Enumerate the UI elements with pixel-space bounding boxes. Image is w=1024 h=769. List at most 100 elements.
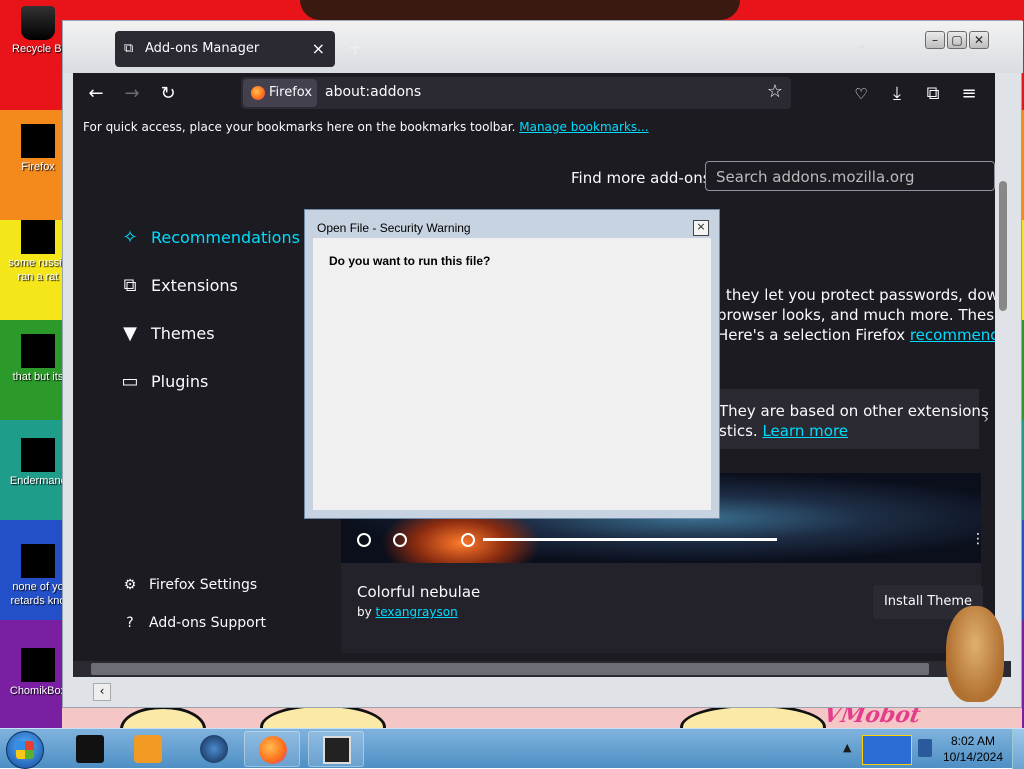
notice-line: stics.: [719, 422, 763, 440]
scrollbar-thumb[interactable]: [999, 181, 1007, 311]
description-line: l they let you protect passwords, downl: [717, 286, 995, 304]
category-label: Themes: [151, 324, 215, 343]
category-extensions[interactable]: ⧉ Extensions: [119, 275, 238, 296]
forward-button[interactable]: →: [119, 81, 145, 107]
puzzle-icon: ⧉: [123, 275, 137, 296]
recycle-bin-icon: [21, 6, 55, 40]
addons-support-link[interactable]: ? Add-ons Support: [121, 615, 266, 631]
bookmark-star-icon[interactable]: ☆: [767, 81, 783, 102]
preview-dot: [461, 533, 475, 547]
taskbar-media-player[interactable]: [120, 731, 176, 767]
menu-icon[interactable]: ≡: [956, 81, 982, 107]
file-icon: [21, 220, 55, 254]
plugin-icon: ▭: [121, 371, 139, 392]
preview-dot: [393, 533, 407, 547]
identity-label: Firefox: [269, 85, 313, 100]
vertical-scrollbar[interactable]: [995, 141, 1011, 661]
system-clock[interactable]: 8:02 AM 10/14/2024: [940, 733, 1006, 765]
scroll-left-button[interactable]: ‹: [93, 683, 111, 701]
clock-time: 8:02 AM: [950, 734, 996, 748]
theme-name: Colorful nebulae: [357, 583, 481, 601]
maximize-button[interactable]: ▢: [947, 31, 967, 49]
category-themes[interactable]: ▼ Themes: [119, 323, 215, 344]
notice-line: They are based on other extensions: [719, 402, 989, 420]
category-recommendations[interactable]: ✧ Recommendations: [119, 227, 300, 248]
help-icon: ?: [126, 615, 134, 631]
category-label: Plugins: [151, 372, 209, 391]
tab-addons-manager[interactable]: ⧉ Add-ons Manager ×: [115, 31, 335, 67]
manage-bookmarks-link[interactable]: Manage bookmarks...: [519, 120, 648, 134]
tab-list-button[interactable]: ⌄: [855, 37, 867, 53]
tab-title: Add-ons Manager: [145, 41, 260, 56]
taskbar-firefox[interactable]: [244, 731, 300, 767]
side-link-label: Add-ons Support: [149, 615, 266, 631]
start-button[interactable]: [6, 731, 44, 769]
bookmarks-toolbar: For quick access, place your bookmarks h…: [73, 113, 995, 141]
firefox-icon: [21, 124, 55, 158]
recommendation-notice: They are based on other extensions stics…: [713, 389, 989, 449]
extensions-icon[interactable]: ⧉: [920, 81, 946, 107]
close-window-button[interactable]: ✕: [969, 31, 989, 49]
dialog-question: Do you want to run this file?: [329, 254, 491, 268]
close-tab-icon[interactable]: ×: [312, 39, 325, 58]
firefox-settings-link[interactable]: ⚙ Firefox Settings: [121, 577, 258, 593]
film-icon: [323, 736, 351, 764]
description-line: Here's a selection Firefox: [717, 326, 910, 344]
category-plugins[interactable]: ▭ Plugins: [119, 371, 208, 392]
taskbar-app[interactable]: [62, 731, 118, 767]
description-line: browser looks, and much more. These sr: [717, 306, 995, 324]
wallpaper-art: [300, 0, 740, 20]
navigation-toolbar: ← → ↻ Firefox about:addons ☆ ♡ ⤓ ⧉ ≡: [73, 73, 995, 113]
show-desktop-button[interactable]: [1012, 729, 1024, 769]
category-label: Extensions: [151, 276, 238, 295]
app-icon: [76, 735, 104, 763]
firefox-icon: [259, 736, 287, 764]
sparkle-icon: ✧: [122, 227, 138, 248]
side-link-label: Firefox Settings: [149, 577, 258, 593]
security-warning-dialog: Open File - Security Warning × Do you wa…: [304, 209, 720, 519]
url-input[interactable]: about:addons: [325, 84, 421, 100]
dialog-close-button[interactable]: ×: [693, 220, 709, 236]
by-label: by: [357, 605, 372, 619]
more-options-icon[interactable]: ⋮: [971, 531, 981, 547]
url-bar[interactable]: Firefox about:addons ☆: [241, 77, 791, 109]
windows-logo-icon: [16, 741, 34, 759]
category-label: Recommendations: [151, 228, 300, 247]
dialog-title: Open File - Security Warning: [317, 221, 471, 235]
taskbar-app[interactable]: [186, 731, 242, 767]
back-button[interactable]: ←: [83, 81, 109, 107]
pocket-icon[interactable]: ♡: [848, 81, 874, 107]
identity-box[interactable]: Firefox: [243, 79, 317, 107]
file-icon: [21, 544, 55, 578]
reload-button[interactable]: ↻: [155, 81, 181, 107]
app-icon: [200, 735, 228, 763]
addons-search-input[interactable]: Search addons.mozilla.org: [705, 161, 995, 191]
theme-author-line: by texangrayson: [357, 605, 458, 619]
tray-icon[interactable]: [862, 735, 912, 765]
scrollbar-thumb[interactable]: [91, 663, 929, 675]
show-hidden-icons[interactable]: ▲: [843, 741, 851, 754]
chevron-right-icon[interactable]: ›: [983, 409, 989, 429]
firefox-logo-icon: [251, 85, 265, 100]
theme-author-link[interactable]: texangrayson: [376, 605, 458, 619]
horizontal-scrollbar[interactable]: [73, 661, 1011, 677]
gear-icon: ⚙: [123, 577, 137, 593]
chomikbox-icon: [21, 648, 55, 682]
learn-more-link[interactable]: Learn more: [762, 422, 848, 440]
media-player-icon: [134, 735, 162, 763]
taskbar: ▲ 8:02 AM 10/14/2024: [0, 728, 1024, 769]
downloads-icon[interactable]: ⤓: [884, 81, 910, 107]
tab-bar: ⧉ Add-ons Manager × + ⌄ – ▢ ✕: [63, 21, 1023, 73]
minimize-button[interactable]: –: [925, 31, 945, 49]
clock-date: 10/14/2024: [942, 750, 1004, 764]
recommends-link[interactable]: recommends: [910, 326, 995, 344]
preview-dot: [357, 533, 371, 547]
recommendations-description: l they let you protect passwords, downl …: [717, 285, 995, 345]
puzzle-icon: ⧉: [124, 41, 134, 56]
taskbar-app[interactable]: [308, 731, 364, 767]
brush-icon: ▼: [123, 323, 137, 344]
new-tab-button[interactable]: +: [347, 35, 364, 59]
file-icon: [21, 334, 55, 368]
bookmarks-message: For quick access, place your bookmarks h…: [83, 120, 516, 134]
network-icon[interactable]: [918, 739, 932, 757]
